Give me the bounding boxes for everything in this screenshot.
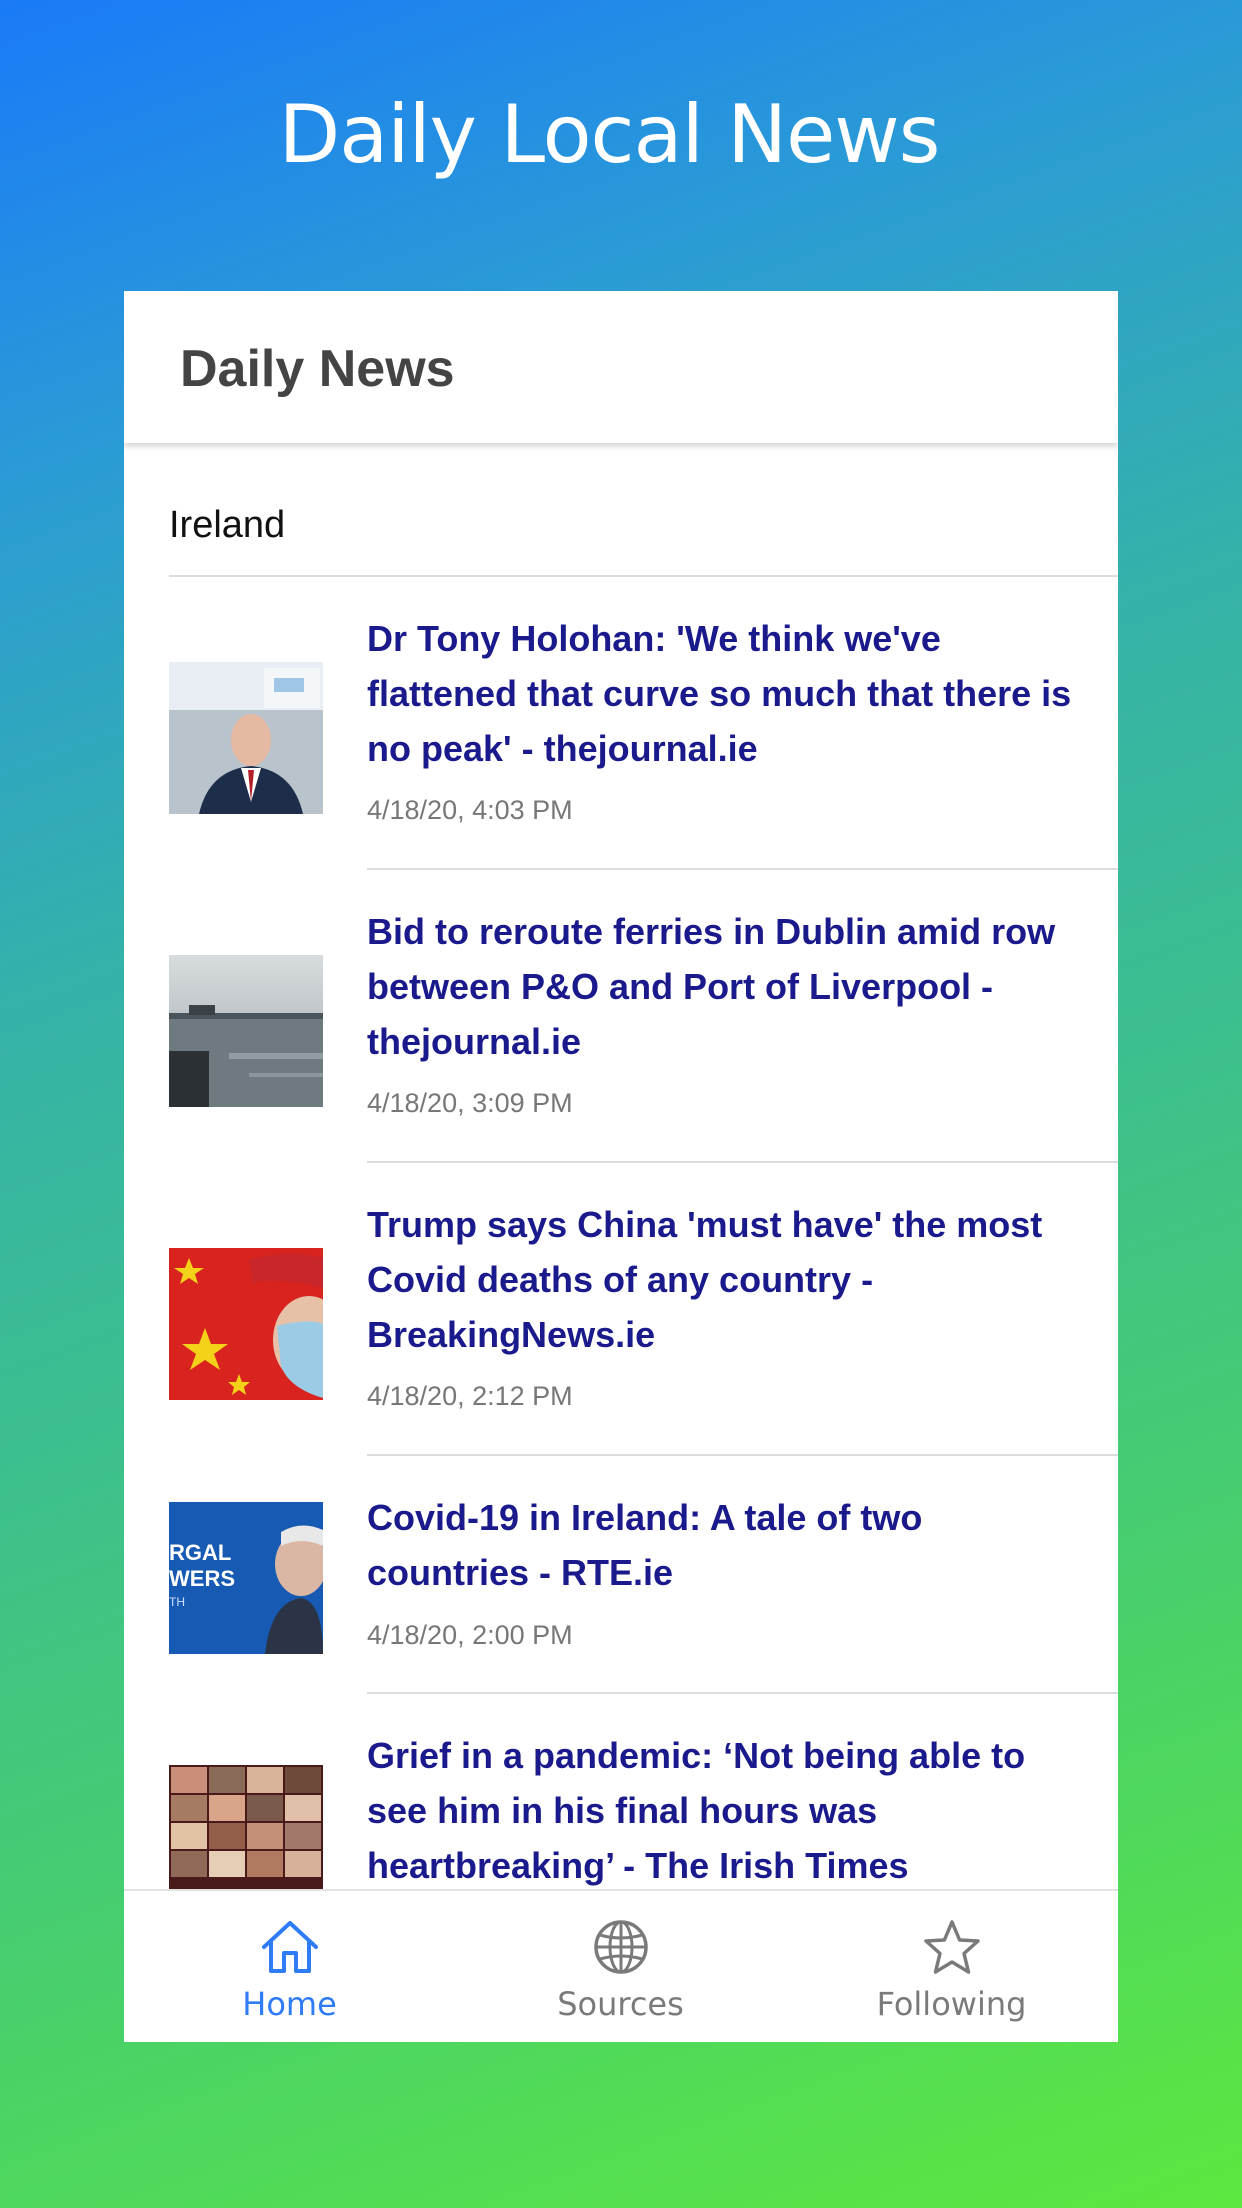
news-headline[interactable]: Trump says China 'must have' the most Co… bbox=[367, 1197, 1077, 1362]
news-thumbnail bbox=[169, 955, 323, 1107]
nav-title: Daily News bbox=[180, 340, 455, 398]
home-icon bbox=[262, 1921, 318, 1973]
navigation-bar: Daily News bbox=[124, 291, 1118, 443]
news-thumbnail bbox=[169, 662, 323, 814]
tab-sources[interactable]: Sources bbox=[455, 1891, 786, 2042]
news-item[interactable]: Trump says China 'must have' the most Co… bbox=[124, 1163, 1118, 1456]
news-headline[interactable]: Dr Tony Holohan: 'We think we've flatten… bbox=[367, 611, 1077, 776]
app-title: Daily Local News bbox=[278, 88, 941, 181]
star-icon bbox=[924, 1920, 980, 1974]
news-thumbnail bbox=[169, 1248, 323, 1400]
tab-label-following: Following bbox=[876, 1985, 1027, 2023]
news-thumbnail: RGAL WERS TH bbox=[169, 1502, 323, 1654]
tab-following[interactable]: Following bbox=[786, 1891, 1117, 2042]
svg-text:TH: TH bbox=[169, 1595, 185, 1609]
tab-label-home: Home bbox=[242, 1985, 337, 2023]
news-headline[interactable]: Covid-19 in Ireland: A tale of two count… bbox=[367, 1490, 1077, 1600]
news-headline[interactable]: Grief in a pandemic: ‘Not being able to … bbox=[367, 1728, 1077, 1893]
news-timestamp: 4/18/20, 3:09 PM bbox=[367, 1088, 573, 1118]
tab-label-sources: Sources bbox=[557, 1985, 684, 2023]
news-timestamp: 4/18/20, 2:00 PM bbox=[367, 1620, 573, 1650]
news-item[interactable]: RGAL WERS TH Covid-19 in Ireland: A tale… bbox=[124, 1456, 1118, 1694]
section-header: Ireland bbox=[169, 443, 1118, 577]
section-label: Ireland bbox=[169, 504, 286, 546]
news-headline[interactable]: Bid to reroute ferries in Dublin amid ro… bbox=[367, 904, 1077, 1069]
app-screen: Daily News Ireland Dr Tony Holohan: 'We … bbox=[124, 291, 1118, 2042]
news-item[interactable]: Bid to reroute ferries in Dublin amid ro… bbox=[124, 870, 1118, 1163]
news-item[interactable]: Dr Tony Holohan: 'We think we've flatten… bbox=[124, 577, 1118, 870]
tab-home[interactable]: Home bbox=[124, 1891, 455, 2042]
news-timestamp: 4/18/20, 2:12 PM bbox=[367, 1381, 573, 1411]
globe-icon bbox=[594, 1920, 648, 1974]
svg-text:RGAL: RGAL bbox=[169, 1540, 231, 1565]
tab-bar: Home Sources Following bbox=[124, 1889, 1118, 2042]
news-list[interactable]: Ireland Dr Tony Holohan: 'We think we've… bbox=[124, 443, 1118, 2042]
news-timestamp: 4/18/20, 4:03 PM bbox=[367, 795, 573, 825]
svg-text:WERS: WERS bbox=[169, 1566, 235, 1591]
